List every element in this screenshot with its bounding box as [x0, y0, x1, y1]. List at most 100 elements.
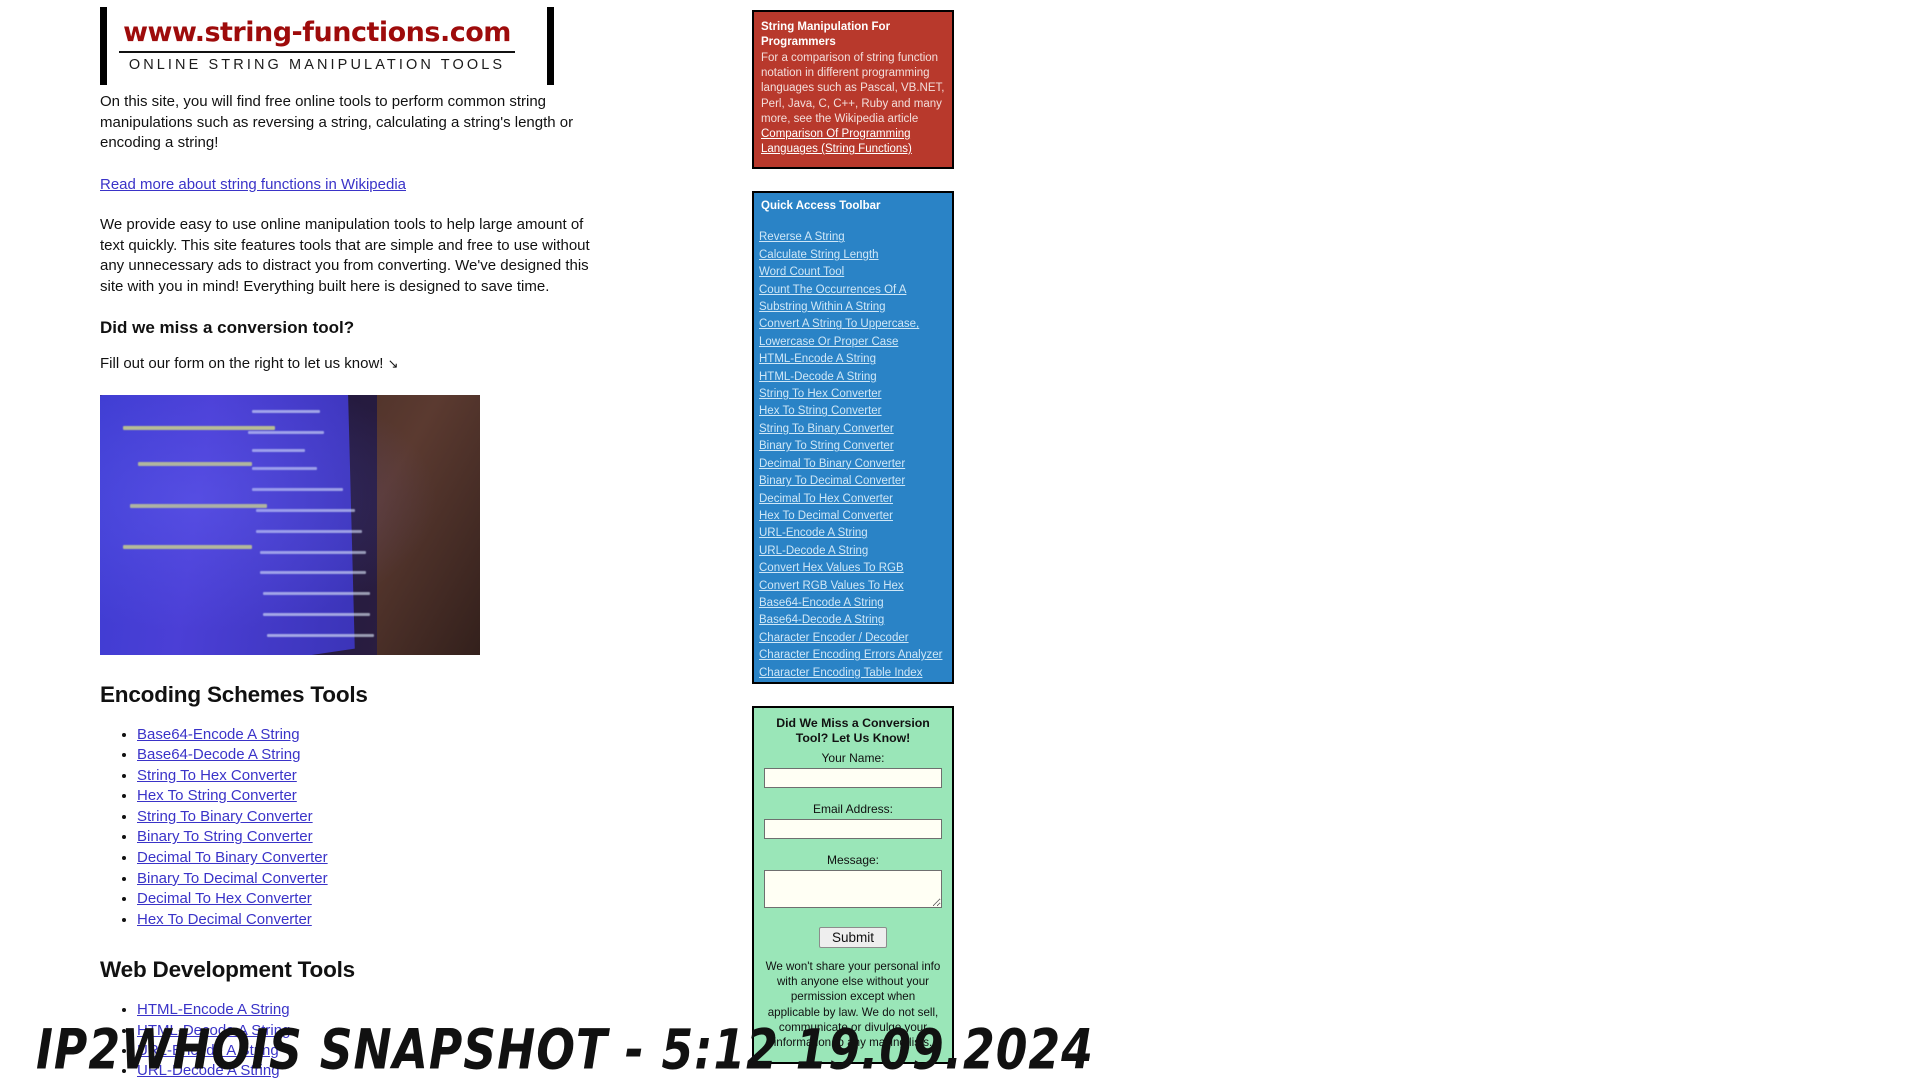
- quick-access-title: Quick Access Toolbar: [761, 200, 881, 213]
- contact-form-panel: Did We Miss a Conversion Tool? Let Us Kn…: [752, 705, 954, 1065]
- tool-link-base64-decode[interactable]: Base64-Decode A String: [137, 746, 300, 763]
- section-heading-encoding: Encoding Schemes Tools: [100, 681, 368, 707]
- list-item: Base64-Decode A String: [757, 611, 952, 628]
- qa-link-hex-to-rgb[interactable]: Convert Hex Values To RGB: [759, 562, 904, 574]
- qa-link-rgb-to-hex[interactable]: Convert RGB Values To Hex: [759, 580, 904, 592]
- section-heading-webdev: Web Development Tools: [100, 957, 356, 983]
- arrow-down-right-icon: ↘: [387, 356, 399, 371]
- email-input[interactable]: [764, 818, 942, 839]
- list-item: Convert Hex Values To RGB: [757, 559, 952, 576]
- qa-link-url-decode[interactable]: URL-Decode A String: [759, 545, 868, 557]
- qa-link-string-to-hex[interactable]: String To Hex Converter: [759, 388, 882, 400]
- tool-link-binary-to-decimal[interactable]: Binary To Decimal Converter: [137, 870, 328, 887]
- list-item: Hex To Decimal Converter: [137, 910, 610, 931]
- tool-link-hex-to-string[interactable]: Hex To String Converter: [137, 787, 297, 804]
- qa-link-base64-encode[interactable]: Base64-Encode A String: [759, 597, 884, 609]
- tool-link-decimal-to-hex[interactable]: Decimal To Hex Converter: [137, 890, 312, 907]
- qa-link-character-encoder-decoder[interactable]: Character Encoder / Decoder: [759, 632, 909, 644]
- promo-body: For a comparison of string function nota…: [761, 51, 945, 157]
- qa-link-html-encode[interactable]: HTML-Encode A String: [759, 353, 876, 365]
- site-logo[interactable]: www.string-functions.com ONLINE STRING M…: [100, 0, 620, 92]
- list-item: Binary To Decimal Converter: [757, 472, 952, 489]
- wikipedia-link-paragraph: Read more about string functions in Wiki…: [100, 175, 610, 196]
- right-sidebar: String Manipulation For Programmers For …: [752, 10, 954, 1080]
- list-item: String To Binary Converter: [757, 420, 952, 437]
- name-input[interactable]: [764, 767, 942, 788]
- logo-tagline: ONLINE STRING MANIPULATION TOOLS: [128, 56, 506, 73]
- contact-form-title: Did We Miss a Conversion Tool? Let Us Kn…: [776, 715, 930, 746]
- list-item: Binary To String Converter: [757, 437, 952, 454]
- qa-link-encoding-table-index[interactable]: Character Encoding Table Index: [759, 667, 922, 679]
- list-item: Character Encoder / Decoder: [757, 629, 952, 646]
- message-textarea[interactable]: [764, 869, 942, 908]
- qa-link-string-to-binary[interactable]: String To Binary Converter: [759, 423, 894, 435]
- email-field-label: Email Address:: [812, 801, 894, 816]
- snapshot-watermark: IP2WHOIS SNAPSHOT - 5:12 19.09.2024: [36, 1018, 1094, 1080]
- logo-left-bar: [100, 7, 107, 85]
- list-item: Binary To String Converter: [137, 827, 610, 848]
- list-item: Hex To String Converter: [137, 786, 610, 807]
- submit-button-wrapper: Submit: [764, 926, 942, 948]
- list-item: Convert A String To Uppercase, Lowercase…: [757, 315, 952, 350]
- quick-access-list: Reverse A String Calculate String Length…: [754, 228, 952, 682]
- tool-link-string-to-hex[interactable]: String To Hex Converter: [137, 767, 297, 784]
- list-item: Character Encoding Errors Analyzer: [757, 646, 952, 663]
- qa-link-reverse-a-string[interactable]: Reverse A String: [759, 231, 845, 243]
- logo-domain: www.string-functions.com: [123, 17, 511, 49]
- list-item: Base64-Decode A String: [137, 745, 610, 766]
- tool-link-base64-encode[interactable]: Base64-Encode A String: [137, 726, 300, 743]
- list-item: URL-Decode A String: [757, 542, 952, 559]
- qa-link-hex-to-string[interactable]: Hex To String Converter: [759, 405, 882, 417]
- qa-link-encoding-errors-analyzer[interactable]: Character Encoding Errors Analyzer: [759, 649, 942, 661]
- list-item: Decimal To Binary Converter: [757, 455, 952, 472]
- qa-link-decimal-to-hex[interactable]: Decimal To Hex Converter: [759, 493, 893, 505]
- code-monitor-photo: [100, 394, 480, 655]
- list-item: Character Encoding Table Index: [757, 664, 952, 681]
- list-item: Word Count Tool: [757, 263, 952, 280]
- qa-link-count-occurrences-substring[interactable]: Count The Occurrences Of A Substring Wit…: [759, 284, 906, 313]
- promo-panel: String Manipulation For Programmers For …: [752, 10, 954, 170]
- tool-link-string-to-binary[interactable]: String To Binary Converter: [137, 808, 313, 825]
- qa-link-convert-case[interactable]: Convert A String To Uppercase, Lowercase…: [759, 318, 919, 347]
- page-root: www.string-functions.com ONLINE STRING M…: [0, 0, 1920, 1080]
- tool-link-decimal-to-binary[interactable]: Decimal To Binary Converter: [137, 849, 328, 866]
- qa-link-calculate-string-length[interactable]: Calculate String Length: [759, 249, 879, 261]
- list-item: String To Hex Converter: [137, 766, 610, 787]
- qa-link-hex-to-decimal[interactable]: Hex To Decimal Converter: [759, 510, 893, 522]
- name-field-label: Your Name:: [821, 750, 885, 765]
- list-item: String To Binary Converter: [137, 807, 610, 828]
- submit-button[interactable]: Submit: [818, 926, 888, 948]
- logo-text-block: www.string-functions.com ONLINE STRING M…: [107, 17, 527, 73]
- tool-link-html-encode[interactable]: HTML-Encode A String: [137, 1001, 290, 1018]
- tool-link-binary-to-string[interactable]: Binary To String Converter: [137, 828, 313, 845]
- list-item: Convert RGB Values To Hex: [757, 577, 952, 594]
- wikipedia-link[interactable]: Read more about string functions in Wiki…: [100, 176, 406, 193]
- quick-access-panel: Quick Access Toolbar Reverse A String Ca…: [752, 191, 954, 684]
- list-item: Base64-Encode A String: [757, 594, 952, 611]
- encoding-tools-list: Base64-Encode A String Base64-Decode A S…: [100, 725, 610, 931]
- promo-body-text: For a comparison of string function nota…: [761, 52, 945, 125]
- promo-wikipedia-link[interactable]: Comparison Of Programming Languages (Str…: [761, 128, 912, 155]
- list-item: Decimal To Hex Converter: [137, 889, 610, 910]
- qa-link-url-encode[interactable]: URL-Encode A String: [759, 527, 868, 539]
- intro-paragraph: On this site, you will find free online …: [100, 93, 574, 151]
- tool-link-hex-to-decimal[interactable]: Hex To Decimal Converter: [137, 911, 312, 928]
- list-item: String To Hex Converter: [757, 385, 952, 402]
- qa-link-base64-decode[interactable]: Base64-Decode A String: [759, 614, 884, 626]
- fill-form-text: Fill out our form on the right to let us…: [100, 354, 610, 375]
- qa-link-html-decode[interactable]: HTML-Decode A String: [759, 371, 877, 383]
- list-item: HTML-Encode A String: [757, 350, 952, 367]
- did-we-miss-heading: Did we miss a conversion tool?: [100, 318, 355, 337]
- qa-link-decimal-to-binary[interactable]: Decimal To Binary Converter: [759, 458, 905, 470]
- logo-right-bar: [547, 7, 554, 85]
- list-item: URL-Encode A String: [757, 524, 952, 541]
- qa-link-binary-to-decimal[interactable]: Binary To Decimal Converter: [759, 475, 905, 487]
- logo-divider: [119, 50, 515, 53]
- list-item: Binary To Decimal Converter: [137, 869, 610, 890]
- list-item: Calculate String Length: [757, 246, 952, 263]
- qa-link-word-count-tool[interactable]: Word Count Tool: [759, 266, 844, 278]
- list-item: Hex To String Converter: [757, 402, 952, 419]
- promo-title: String Manipulation For Programmers: [761, 21, 891, 48]
- qa-link-binary-to-string[interactable]: Binary To String Converter: [759, 440, 894, 452]
- description-paragraph: We provide easy to use online manipulati…: [100, 216, 590, 295]
